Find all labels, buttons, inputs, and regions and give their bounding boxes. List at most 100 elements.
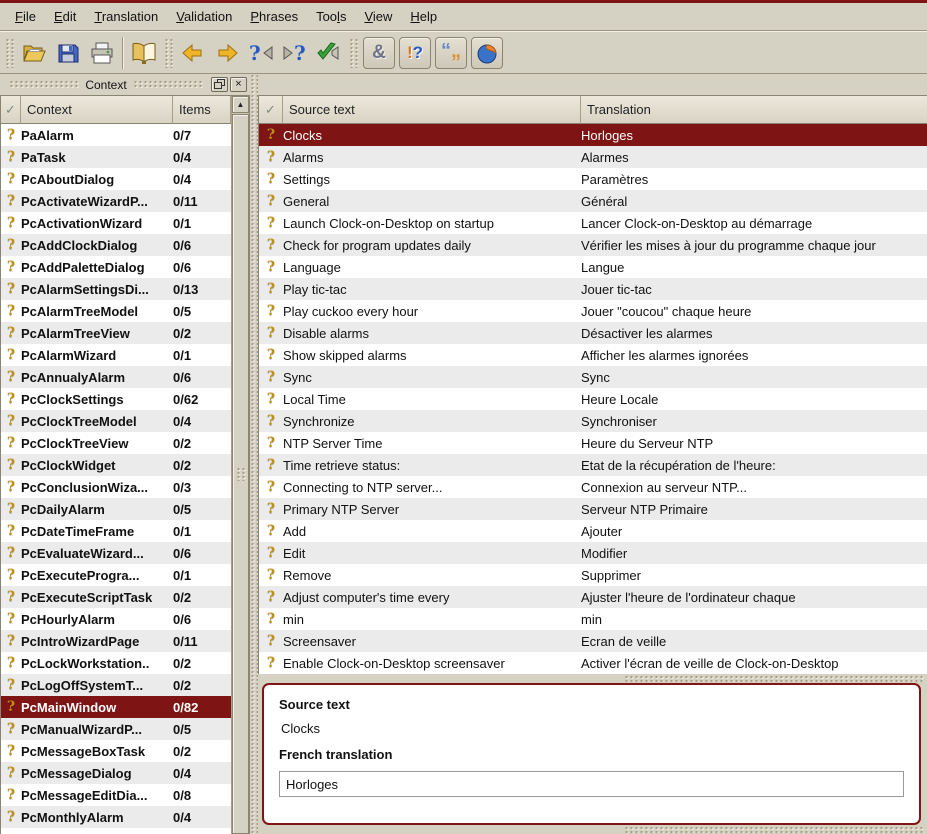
- context-row[interactable]: ? PcConclusionWiza... 0/3: [1, 476, 231, 498]
- prev-button[interactable]: [176, 36, 210, 70]
- context-row[interactable]: ? PcEvaluateWizard... 0/6: [1, 542, 231, 564]
- menu-item[interactable]: Tools: [307, 5, 355, 28]
- message-row[interactable]: ? Time retrieve status: Etat de la récup…: [259, 454, 927, 476]
- message-row[interactable]: ? Edit Modifier: [259, 542, 927, 564]
- context-row[interactable]: ? PcIntroWizardPage 0/11: [1, 630, 231, 652]
- done-and-next-button[interactable]: [312, 36, 346, 70]
- context-row[interactable]: ? PcAddPaletteDialog 0/6: [1, 256, 231, 278]
- column-header-translation[interactable]: Translation: [581, 96, 927, 124]
- context-row[interactable]: ? PcMessageEditDia... 0/8: [1, 784, 231, 806]
- message-row[interactable]: ? Settings Paramètres: [259, 168, 927, 190]
- message-row[interactable]: ? Clocks Horloges: [259, 124, 927, 146]
- toggle-phrase-matches[interactable]: “„: [435, 37, 467, 69]
- message-row[interactable]: ? Adjust computer's time every Ajuster l…: [259, 586, 927, 608]
- context-row[interactable]: ? PcAlarmSettingsDi... 0/13: [1, 278, 231, 300]
- context-row[interactable]: ? PcAlarmTreeModel 0/5: [1, 300, 231, 322]
- phrasebook-button[interactable]: [127, 36, 161, 70]
- context-row[interactable]: ? PcMessageDialog 0/4: [1, 762, 231, 784]
- print-button[interactable]: [85, 36, 119, 70]
- context-row[interactable]: ? PcClockWidget 0/2: [1, 454, 231, 476]
- context-row[interactable]: ? PaAlarm 0/7: [1, 124, 231, 146]
- dock-close-button[interactable]: ×: [230, 77, 247, 92]
- message-row[interactable]: ? Sync Sync: [259, 366, 927, 388]
- horizontal-splitter[interactable]: [258, 674, 927, 683]
- message-row[interactable]: ? Language Langue: [259, 256, 927, 278]
- message-row[interactable]: ? Check for program updates daily Vérifi…: [259, 234, 927, 256]
- context-row[interactable]: ? PcLockWorkstation.. 0/2: [1, 652, 231, 674]
- context-items-count: 0/6: [173, 238, 231, 253]
- context-row[interactable]: ? PcAnnualyAlarm 0/6: [1, 366, 231, 388]
- scroll-up-button[interactable]: ▲: [232, 96, 249, 113]
- message-row[interactable]: ? Primary NTP Server Serveur NTP Primair…: [259, 498, 927, 520]
- context-row[interactable]: ? PcExecuteScriptTask 0/2: [1, 586, 231, 608]
- context-row[interactable]: ? PcAlarmTreeView 0/2: [1, 322, 231, 344]
- menu-item[interactable]: File: [6, 5, 45, 28]
- context-row[interactable]: ? PcDateTimeFrame 0/1: [1, 520, 231, 542]
- toggle-place-markers[interactable]: [471, 37, 503, 69]
- context-row[interactable]: ? PcActivateWizardP... 0/11: [1, 190, 231, 212]
- menu-item[interactable]: Edit: [45, 5, 85, 28]
- message-row[interactable]: ? Enable Clock-on-Desktop screensaver Ac…: [259, 652, 927, 674]
- context-row[interactable]: ? PcClockTreeModel 0/4: [1, 410, 231, 432]
- menu-item[interactable]: Help: [401, 5, 446, 28]
- translation-input[interactable]: [279, 771, 904, 797]
- message-row[interactable]: ? Launch Clock-on-Desktop on startup Lan…: [259, 212, 927, 234]
- message-row[interactable]: ? Play tic-tac Jouer tic-tac: [259, 278, 927, 300]
- context-row[interactable]: ? PcManualWizardP... 0/5: [1, 718, 231, 740]
- open-button[interactable]: [17, 36, 51, 70]
- vertical-splitter[interactable]: [250, 74, 258, 834]
- message-row[interactable]: ? Local Time Heure Locale: [259, 388, 927, 410]
- message-row[interactable]: ? Disable alarms Désactiver les alarmes: [259, 322, 927, 344]
- context-row[interactable]: ? PcAddClockDialog 0/6: [1, 234, 231, 256]
- context-row[interactable]: ? PcClockSettings 0/62: [1, 388, 231, 410]
- horizontal-splitter-bottom[interactable]: [258, 825, 927, 834]
- context-row[interactable]: ? PcMainWindow 0/82: [1, 696, 231, 718]
- context-row[interactable]: ? PcActivationWizard 0/1: [1, 212, 231, 234]
- message-row[interactable]: ? General Général: [259, 190, 927, 212]
- context-row[interactable]: ? PcAboutDialog 0/4: [1, 168, 231, 190]
- column-header-check[interactable]: ✓: [1, 96, 21, 124]
- message-row[interactable]: ? min min: [259, 608, 927, 630]
- context-row[interactable]: ? PcLogOffSystemT... 0/2: [1, 674, 231, 696]
- menu-item[interactable]: Validation: [167, 5, 241, 28]
- scrollbar-thumb[interactable]: [232, 114, 249, 834]
- column-header-context[interactable]: Context: [21, 96, 173, 124]
- message-row[interactable]: ? Show skipped alarms Afficher les alarm…: [259, 344, 927, 366]
- toggle-ending-punctuation[interactable]: !?: [399, 37, 431, 69]
- dock-float-button[interactable]: [211, 77, 228, 92]
- prev-unfinished-button[interactable]: ?: [244, 36, 278, 70]
- message-row[interactable]: ? Screensaver Ecran de veille: [259, 630, 927, 652]
- toolbar-drag-handle[interactable]: [5, 38, 14, 68]
- message-row[interactable]: ? NTP Server Time Heure du Serveur NTP: [259, 432, 927, 454]
- message-row[interactable]: ? Connecting to NTP server... Connexion …: [259, 476, 927, 498]
- context-row[interactable]: ? PcDailyAlarm 0/5: [1, 498, 231, 520]
- toolbar-drag-handle[interactable]: [349, 38, 358, 68]
- context-row[interactable]: ? PcExecuteProgra... 0/1: [1, 564, 231, 586]
- save-button[interactable]: [51, 36, 85, 70]
- next-button[interactable]: [210, 36, 244, 70]
- message-row[interactable]: ? Synchronize Synchroniser: [259, 410, 927, 432]
- message-row[interactable]: ? Alarms Alarmes: [259, 146, 927, 168]
- menu-item[interactable]: View: [355, 5, 401, 28]
- context-row[interactable]: ? PcAlarmWizard 0/1: [1, 344, 231, 366]
- column-header-source[interactable]: Source text: [283, 96, 581, 124]
- context-row[interactable]: ? PcMonthlyAlarm 0/4: [1, 806, 231, 828]
- context-row[interactable]: ? PaTask 0/4: [1, 146, 231, 168]
- context-name: PcExecuteScriptTask: [21, 590, 173, 605]
- message-row[interactable]: ? Play cuckoo every hour Jouer "coucou" …: [259, 300, 927, 322]
- context-scrollbar[interactable]: ▲: [231, 96, 249, 834]
- column-header-check[interactable]: ✓: [259, 96, 283, 124]
- column-header-items[interactable]: Items: [173, 96, 231, 124]
- context-row[interactable]: ? PcClockTreeView 0/2: [1, 432, 231, 454]
- menu-item[interactable]: Phrases: [241, 5, 307, 28]
- message-row[interactable]: ? Add Ajouter: [259, 520, 927, 542]
- context-name: PcDailyAlarm: [21, 502, 173, 517]
- menu-item[interactable]: Translation: [85, 5, 167, 28]
- context-row[interactable]: ? PcMessageBoxTask 0/2: [1, 740, 231, 762]
- context-dock-titlebar[interactable]: Context ×: [0, 74, 250, 95]
- next-unfinished-button[interactable]: ?: [278, 36, 312, 70]
- toolbar-drag-handle[interactable]: [164, 38, 173, 68]
- context-row[interactable]: ? PcHourlyAlarm 0/6: [1, 608, 231, 630]
- message-row[interactable]: ? Remove Supprimer: [259, 564, 927, 586]
- toggle-accelerators[interactable]: &: [363, 37, 395, 69]
